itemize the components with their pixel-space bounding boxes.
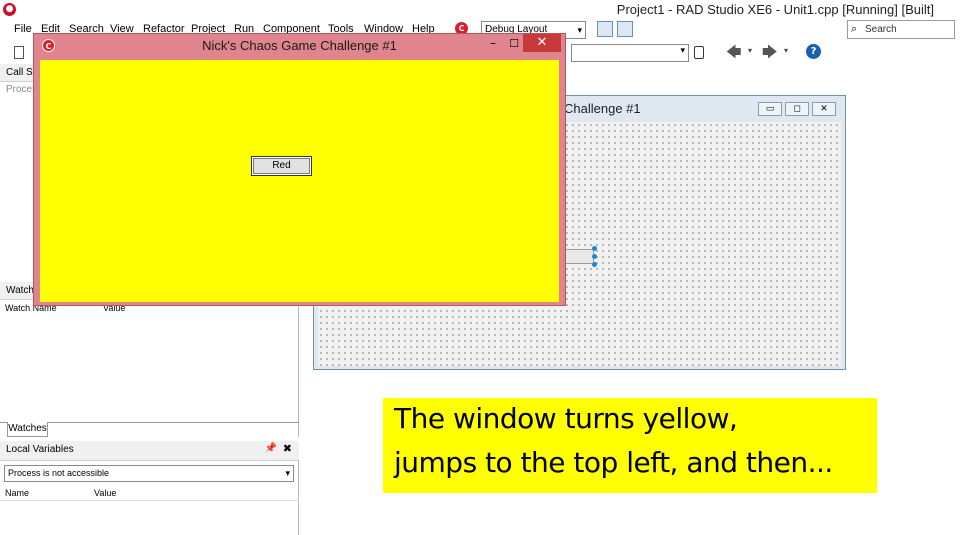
- call-stack-title: Call St: [6, 67, 36, 78]
- new-file-icon[interactable]: [14, 46, 24, 59]
- chevron-down-icon: ▾: [577, 25, 582, 35]
- search-icon: ⌕: [851, 22, 858, 35]
- app-client-area: Red: [40, 60, 559, 302]
- chevron-down-icon: ▾: [285, 468, 290, 478]
- chevron-down-icon: ▾: [680, 46, 685, 56]
- locals-process-value: Process is not accessible: [8, 468, 110, 478]
- local-variables-pane: Local Variables 📌 ✖ Process is not acces…: [0, 441, 299, 535]
- maximize-icon[interactable]: ◻: [785, 102, 809, 116]
- minimize-icon[interactable]: ▭: [758, 102, 782, 116]
- forward-dropdown-icon[interactable]: ▾: [784, 46, 788, 55]
- close-icon[interactable]: ✕: [812, 102, 836, 116]
- app-title-bar[interactable]: C Nick's Chaos Game Challenge #1 – ☐ ✕: [34, 34, 565, 57]
- help-icon[interactable]: ?: [806, 44, 821, 59]
- locals-name-column[interactable]: Name: [5, 488, 29, 498]
- menu-file[interactable]: File: [14, 23, 32, 35]
- caption-line-2: jumps to the top left, and then...: [394, 446, 833, 479]
- running-app-window[interactable]: C Nick's Chaos Game Challenge #1 – ☐ ✕ R…: [33, 33, 566, 306]
- locals-value-column[interactable]: Value: [94, 488, 116, 498]
- selection-handle[interactable]: [592, 262, 597, 267]
- device-icon[interactable]: [694, 46, 704, 59]
- ide-title-bar: ● Project1 - RAD Studio XE6 - Unit1.cpp …: [0, 0, 972, 20]
- back-arrow-icon[interactable]: 🡄: [726, 42, 742, 67]
- minimize-icon[interactable]: –: [486, 36, 500, 52]
- close-icon[interactable]: ✖: [283, 442, 292, 455]
- selection-handle[interactable]: [592, 246, 597, 251]
- maximize-icon[interactable]: ☐: [507, 36, 521, 52]
- locals-column-header: Name Value: [0, 487, 299, 501]
- save-layout-icon[interactable]: [597, 21, 613, 37]
- pin-icon[interactable]: 📌: [265, 443, 277, 454]
- tab-watches[interactable]: Watches: [7, 422, 48, 437]
- search-placeholder: Search: [865, 24, 897, 35]
- caption-line-1: The window turns yellow,: [394, 402, 738, 435]
- caption-callout: The window turns yellow, jumps to the to…: [383, 398, 877, 493]
- watch-title: Watch: [6, 285, 34, 296]
- target-combo[interactable]: ▾: [571, 44, 689, 62]
- selection-handle[interactable]: [592, 254, 597, 259]
- designer-form-title: Challenge #1: [564, 101, 641, 116]
- locals-process-select[interactable]: Process is not accessible ▾: [4, 465, 294, 482]
- red-button[interactable]: Red: [251, 156, 312, 176]
- back-dropdown-icon[interactable]: ▾: [748, 46, 752, 55]
- ide-search-input[interactable]: ⌕ Search: [847, 20, 955, 39]
- local-variables-title: Local Variables: [6, 444, 74, 455]
- ide-title: Project1 - RAD Studio XE6 - Unit1.cpp [R…: [616, 2, 934, 17]
- local-variables-header: Local Variables 📌 ✖: [0, 441, 299, 461]
- forward-arrow-icon[interactable]: 🡆: [762, 42, 778, 67]
- close-icon[interactable]: ✕: [523, 34, 561, 52]
- desktop-layout-icon[interactable]: [617, 21, 633, 37]
- rad-studio-icon: ●: [3, 3, 16, 16]
